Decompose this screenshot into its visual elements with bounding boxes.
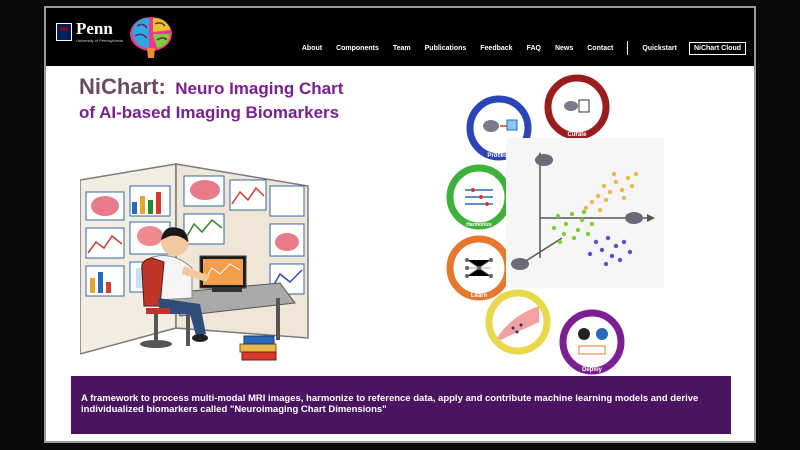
nav-faq[interactable]: FAQ (527, 45, 541, 52)
biomarker-scatter-illustration (506, 138, 664, 288)
nav-quickstart[interactable]: Quickstart (642, 45, 677, 52)
nav-contact[interactable]: Contact (587, 45, 613, 52)
stage-curate-circle[interactable]: Curate (544, 74, 610, 140)
penn-logo[interactable]: Penn University of Pennsylvania (56, 20, 123, 43)
description-text: A framework to process multi-modal MRI i… (81, 393, 699, 415)
nav-news[interactable]: News (555, 45, 573, 52)
nav-feedback[interactable]: Feedback (480, 45, 512, 52)
description-banner: A framework to process multi-modal MRI i… (71, 376, 731, 434)
page-title: NiChart: Neuro Imaging Chart of AI-based… (79, 75, 359, 125)
brand-name: NiChart: (79, 74, 166, 99)
stage-learn-circle[interactable]: Learn (446, 235, 512, 301)
nav-team[interactable]: Team (393, 45, 411, 52)
stage-harmonize-label: Harmonize (466, 222, 492, 228)
stage-interpret-circle[interactable] (485, 289, 551, 355)
penn-shield-icon (56, 22, 72, 41)
nav-publications[interactable]: Publications (425, 45, 467, 52)
nav-menu: About Components Team Publications Feedb… (288, 41, 746, 55)
stage-deploy-circle[interactable]: Deploy (559, 309, 625, 375)
nav-about[interactable]: About (302, 45, 322, 52)
stage-learn-label: Learn (471, 293, 488, 299)
stage-deploy-label: Deploy (582, 367, 603, 373)
top-navigation-bar: Penn University of Pennsylvania About Co… (46, 8, 754, 66)
researcher-illustration (80, 163, 309, 361)
nav-separator (627, 41, 629, 55)
nav-components[interactable]: Components (336, 45, 379, 52)
stage-harmonize-circle[interactable]: Harmonize (446, 164, 512, 230)
browser-frame: Penn University of Pennsylvania About Co… (44, 6, 756, 443)
nichart-brain-logo-icon[interactable] (127, 12, 175, 62)
nichart-cloud-button[interactable]: NiChart Cloud (688, 41, 746, 55)
penn-logo-subtext: University of Pennsylvania (76, 38, 123, 43)
penn-logo-text: Penn (76, 19, 113, 38)
